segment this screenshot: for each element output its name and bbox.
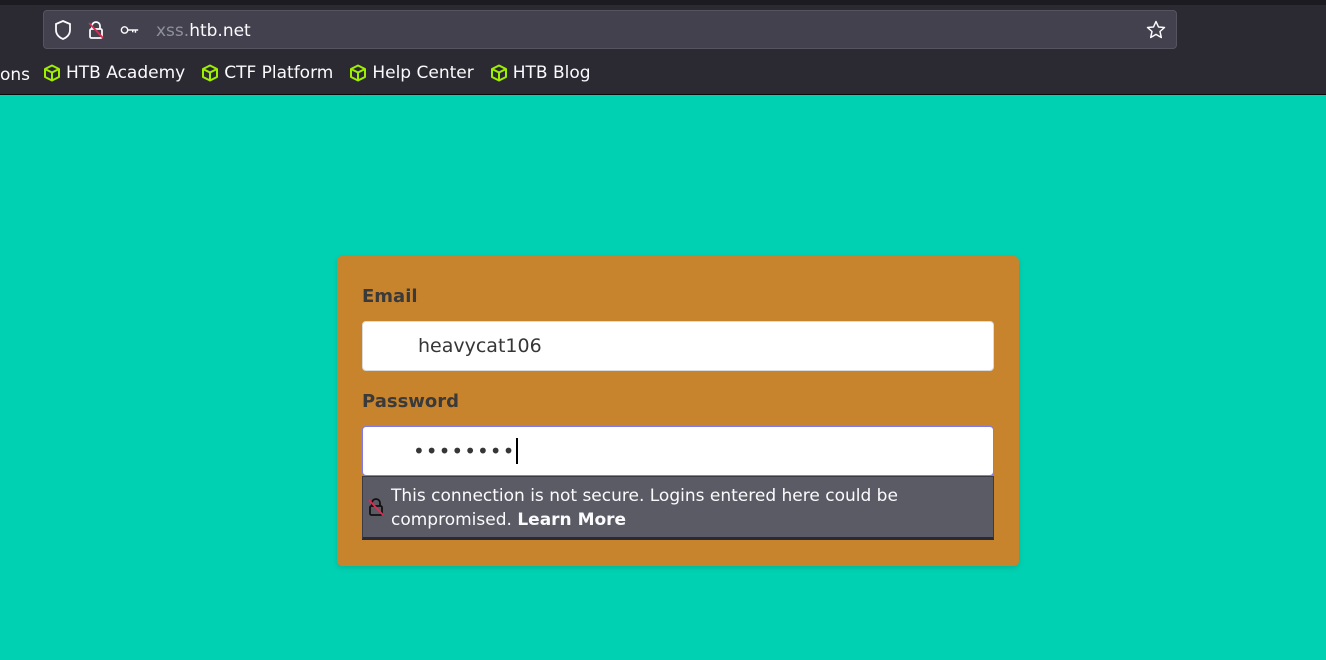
bookmark-label: CTF Platform xyxy=(224,63,334,83)
email-label: Email xyxy=(362,286,418,307)
bookmark-label: HTB Blog xyxy=(512,63,591,83)
url-subdomain: xss. xyxy=(156,21,190,41)
email-field[interactable]: heavycat106 xyxy=(362,321,994,371)
bookmark-help-center[interactable]: Help Center xyxy=(349,63,474,83)
password-label: Password xyxy=(362,391,460,412)
bookmark-htb-academy[interactable]: HTB Academy xyxy=(43,63,185,83)
learn-more-link[interactable]: Learn More xyxy=(517,510,626,530)
key-icon[interactable] xyxy=(120,20,140,40)
address-bar[interactable]: xss.htb.net xyxy=(43,10,1177,49)
password-value: •••••••• xyxy=(413,439,516,463)
htb-cube-icon xyxy=(490,64,507,82)
htb-cube-icon xyxy=(202,64,219,82)
text-caret xyxy=(516,438,519,464)
toolbar-divider xyxy=(0,94,1326,95)
warning-text: This connection is not secure. Logins en… xyxy=(391,484,951,532)
login-form: Email heavycat106 Password •••••••• This… xyxy=(337,256,1019,566)
warning-message: This connection is not secure. Logins en… xyxy=(391,486,898,530)
tab-strip-edge xyxy=(0,0,1326,5)
insecure-lock-icon xyxy=(367,497,385,521)
insecure-lock-icon[interactable] xyxy=(86,20,106,40)
bookmark-label: HTB Academy xyxy=(66,63,186,83)
bookmarks-toolbar: ons HTB Academy CTF Platform Help Center… xyxy=(0,58,1326,92)
bookmark-ctf-platform[interactable]: CTF Platform xyxy=(201,63,333,83)
bookmark-star-icon[interactable] xyxy=(1146,20,1166,40)
bookmark-partial-label[interactable]: ons xyxy=(0,65,30,85)
htb-cube-icon xyxy=(44,64,60,82)
browser-toolbar: xss.htb.net ons HTB Academy CTF Platform… xyxy=(0,0,1326,95)
htb-cube-icon xyxy=(350,64,367,82)
bookmark-htb-blog[interactable]: HTB Blog xyxy=(490,63,591,83)
email-value: heavycat106 xyxy=(418,335,542,357)
insecure-login-warning: This connection is not secure. Logins en… xyxy=(362,476,994,540)
bookmark-label: Help Center xyxy=(372,63,474,83)
url-domain: htb.net xyxy=(189,21,251,41)
password-field[interactable]: •••••••• xyxy=(362,426,994,476)
tracking-protection-shield-icon[interactable] xyxy=(53,20,73,40)
url-text[interactable]: xss.htb.net xyxy=(156,21,251,41)
